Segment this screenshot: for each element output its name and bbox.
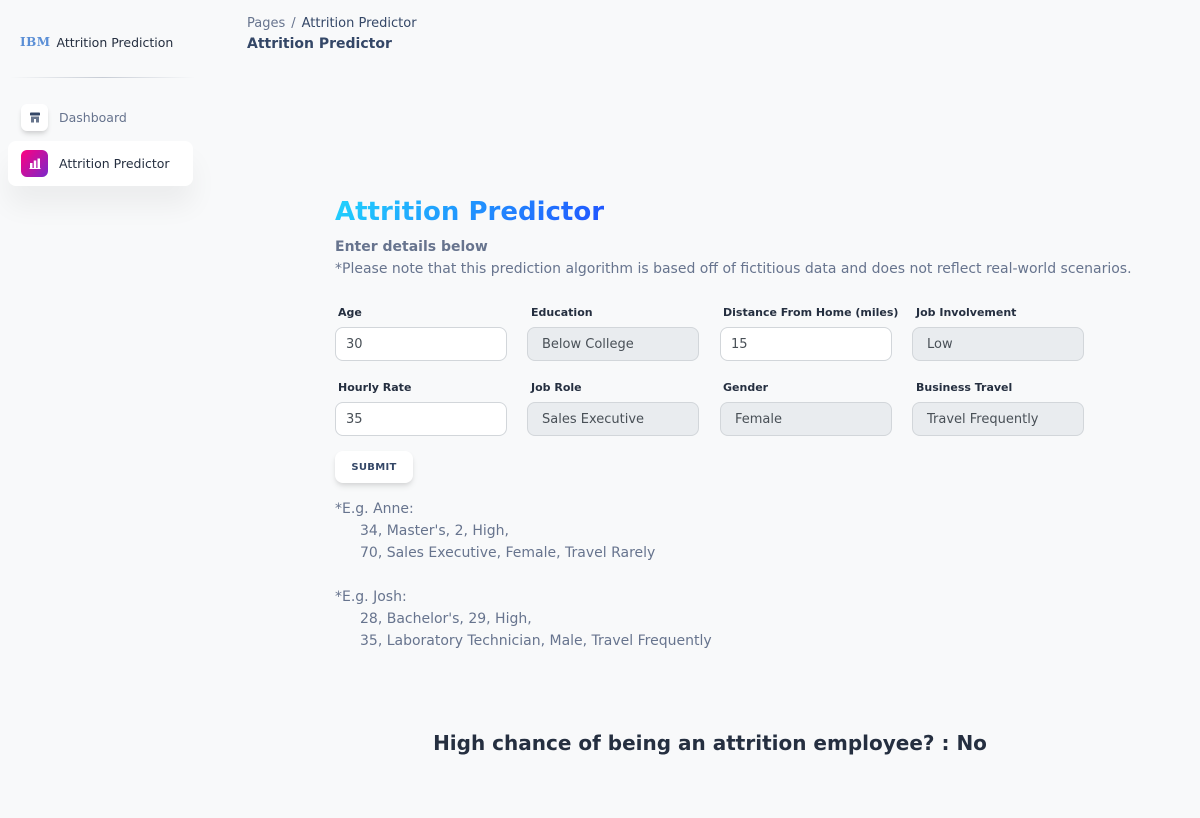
sidebar-item-label: Attrition Predictor [59, 156, 170, 171]
example-heading: *E.g. Anne: [335, 501, 414, 517]
job-involvement-field[interactable]: Low [912, 327, 1084, 361]
form-subtitle: Enter details below [335, 239, 488, 255]
breadcrumb-root[interactable]: Pages [247, 16, 285, 31]
example-line: 28, Bachelor's, 29, High, [360, 611, 532, 627]
business-travel-label: Business Travel [916, 381, 1013, 394]
sidebar-item-dashboard[interactable]: Dashboard [8, 95, 193, 140]
submit-button[interactable]: SUBMIT [335, 451, 413, 483]
education-label: Education [531, 306, 593, 319]
example-line: 34, Master's, 2, High, [360, 523, 510, 539]
example-line: 70, Sales Executive, Female, Travel Rare… [360, 545, 656, 561]
disclaimer-note: *Please note that this prediction algori… [335, 261, 1132, 277]
ibm-logo: IBM [20, 35, 51, 49]
job-role-field[interactable]: Sales Executive [527, 402, 699, 436]
hourly-rate-input[interactable] [335, 402, 507, 436]
breadcrumb-current: Attrition Predictor [301, 16, 417, 31]
sidebar: IBM Attrition Prediction Dashboard Attri… [0, 0, 200, 818]
education-field[interactable]: Below College [527, 327, 699, 361]
age-input[interactable] [335, 327, 507, 361]
shop-icon [21, 104, 48, 131]
brand-text: Attrition Prediction [56, 34, 174, 50]
chart-icon [21, 150, 48, 177]
hourly-rate-label: Hourly Rate [338, 381, 412, 394]
gender-label: Gender [723, 381, 769, 394]
distance-input[interactable] [720, 327, 892, 361]
example-anne: *E.g. Anne: 34, Master's, 2, High, 70, S… [335, 498, 655, 564]
breadcrumb-separator: / [291, 16, 296, 31]
gender-field[interactable]: Female [720, 402, 892, 436]
example-josh: *E.g. Josh: 28, Bachelor's, 29, High, 35… [335, 586, 712, 652]
example-heading: *E.g. Josh: [335, 589, 407, 605]
business-travel-field[interactable]: Travel Frequently [912, 402, 1084, 436]
example-line: 35, Laboratory Technician, Male, Travel … [360, 633, 712, 649]
main-title: Attrition Predictor [335, 197, 605, 227]
sidebar-item-label: Dashboard [59, 110, 127, 125]
sidebar-divider [10, 77, 195, 78]
sidebar-item-attrition-predictor[interactable]: Attrition Predictor [8, 141, 193, 186]
brand[interactable]: IBM Attrition Prediction [20, 33, 173, 51]
job-role-label: Job Role [531, 381, 582, 394]
breadcrumb: Pages / Attrition Predictor [247, 16, 417, 31]
page-title: Attrition Predictor [247, 36, 392, 52]
distance-label: Distance From Home (miles) [723, 306, 899, 319]
age-label: Age [338, 306, 362, 319]
job-involvement-label: Job Involvement [916, 306, 1017, 319]
prediction-result: High chance of being an attrition employ… [433, 731, 987, 755]
